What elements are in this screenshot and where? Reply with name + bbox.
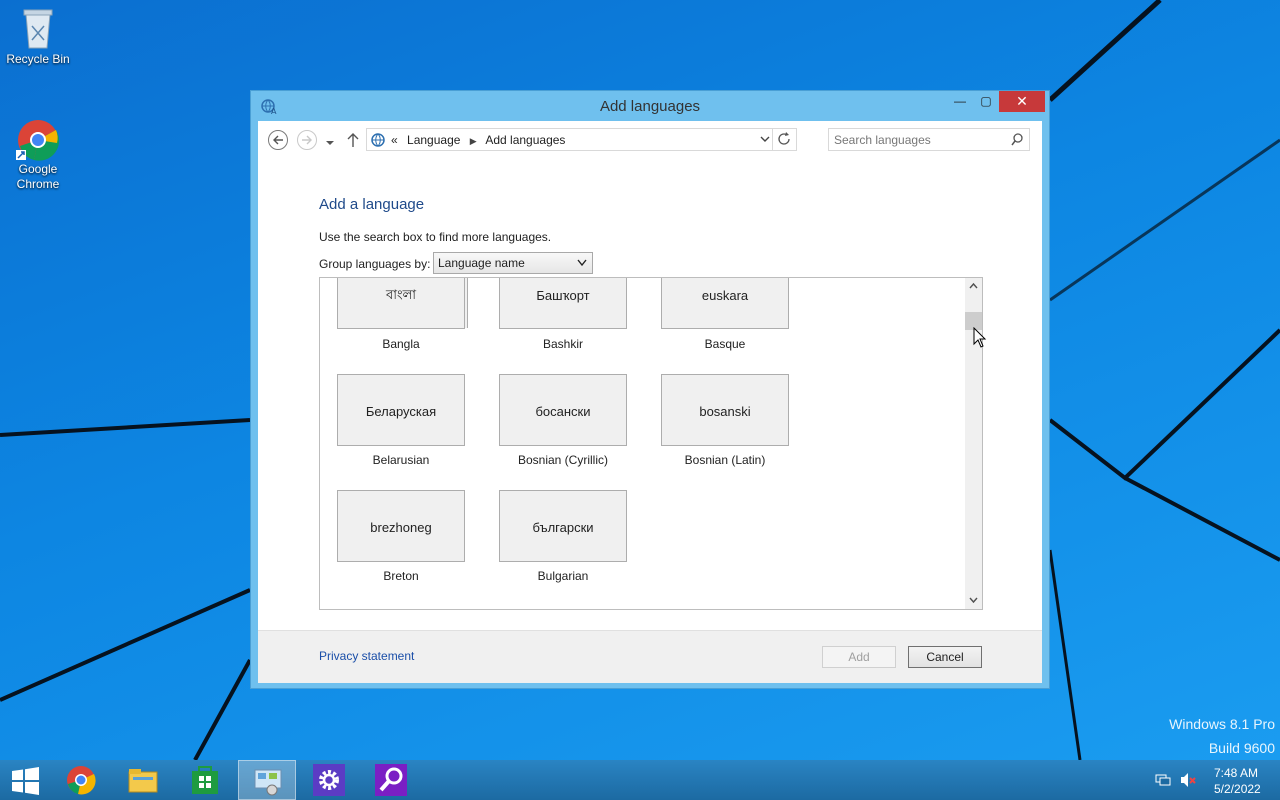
language-name: Basque	[704, 337, 746, 351]
language-native-name: Беларуская	[365, 404, 437, 419]
chrome-icon	[67, 766, 96, 795]
window-client: « Language ▶ Add languages Add a	[258, 121, 1042, 683]
title-bar[interactable]: A Add languages — ▢ ✕	[251, 91, 1049, 121]
windows-logo-icon	[12, 767, 39, 795]
window-title: Add languages	[599, 98, 701, 115]
os-version: Windows 8.1 Pro	[1169, 716, 1275, 732]
refresh-button[interactable]	[772, 129, 796, 150]
chevron-down-icon	[577, 259, 587, 267]
language-tile-bangla[interactable]: বাংলা	[337, 278, 465, 329]
language-name: Bashkir	[542, 337, 583, 351]
language-name: Bosnian (Latin)	[684, 453, 766, 467]
scroll-up-arrow-icon[interactable]	[969, 282, 978, 290]
taskbar-chrome[interactable]	[52, 760, 110, 800]
up-button[interactable]	[347, 132, 359, 148]
clock-time[interactable]: 7:48 AM	[1214, 766, 1258, 780]
page-title: Add a language	[319, 196, 425, 213]
language-tile-basque[interactable]: euskara	[661, 278, 789, 329]
chrome-icon	[16, 116, 60, 161]
mouse-pointer-icon	[973, 327, 987, 348]
language-native-name: босански	[535, 404, 591, 419]
forward-arrow-icon	[302, 135, 312, 145]
back-arrow-icon	[273, 135, 283, 145]
language-tile-bulgarian[interactable]: български	[499, 490, 627, 562]
group-by-label: Group languages by:	[319, 257, 431, 271]
network-icon[interactable]	[1155, 772, 1171, 788]
group-by-value: Language name	[438, 256, 525, 270]
breadcrumb: « Language ▶ Add languages	[391, 133, 571, 147]
recycle-bin-label: Recycle Bin	[6, 52, 70, 66]
recycle-bin-icon	[16, 6, 60, 50]
search-icon[interactable]	[1011, 133, 1023, 146]
privacy-statement-link[interactable]: Privacy statement	[319, 649, 414, 663]
start-button[interactable]	[0, 760, 58, 800]
language-native-name: български	[532, 520, 594, 535]
language-tile-bashkir[interactable]: Башҡорт	[499, 278, 627, 329]
system-tray: 7:48 AM 5/2/2022	[1140, 760, 1280, 800]
close-button[interactable]: ✕	[999, 91, 1045, 112]
back-button[interactable]	[268, 130, 288, 150]
minimize-button[interactable]: —	[947, 91, 973, 112]
volume-muted-icon[interactable]	[1180, 772, 1196, 788]
address-history-dropdown[interactable]	[759, 133, 771, 145]
language-tile-bosnian-latin[interactable]: bosanski	[661, 374, 789, 446]
language-native-name: বাংলা	[385, 287, 417, 302]
gear-icon	[313, 764, 345, 796]
refresh-icon	[778, 132, 790, 145]
language-name: Breton	[383, 569, 419, 583]
language-name: Belarusian	[372, 453, 430, 467]
navigation-bar: « Language ▶ Add languages	[258, 121, 1042, 159]
breadcrumb-language[interactable]: Language	[407, 133, 460, 147]
language-name: Bangla	[382, 337, 420, 351]
add-button[interactable]: Add	[822, 646, 896, 668]
google-chrome-label: Google Chrome	[16, 162, 60, 191]
recycle-bin-shortcut[interactable]: Recycle Bin	[0, 6, 76, 67]
clock-date[interactable]: 5/2/2022	[1214, 782, 1261, 796]
cancel-button[interactable]: Cancel	[908, 646, 982, 668]
language-tile-bosnian-cyrillic[interactable]: босански	[499, 374, 627, 446]
dialog-footer: Privacy statement Add Cancel	[258, 630, 1042, 683]
maximize-button[interactable]: ▢	[973, 91, 999, 112]
language-globe-icon	[370, 131, 388, 149]
address-bar[interactable]: « Language ▶ Add languages	[366, 128, 797, 151]
search-box	[828, 128, 1030, 151]
search-hint: Use the search box to find more language…	[319, 230, 552, 244]
folder-icon	[128, 769, 158, 793]
taskbar-settings[interactable]	[300, 760, 358, 800]
language-list: বাংলা Bangla Башҡорт Bashkir euskara Bas…	[319, 277, 983, 610]
taskbar-file-explorer[interactable]	[114, 760, 172, 800]
search-input[interactable]	[829, 129, 999, 150]
language-tile-belarusian[interactable]: Беларуская	[337, 374, 465, 446]
google-chrome-shortcut[interactable]: Google Chrome	[0, 116, 76, 192]
taskbar-store[interactable]	[176, 760, 234, 800]
taskbar-control-panel[interactable]	[238, 760, 296, 800]
language-native-name: Башҡорт	[536, 288, 590, 303]
search-icon	[375, 764, 407, 796]
language-name: Bulgarian	[537, 569, 589, 583]
language-native-name: bosanski	[699, 404, 751, 419]
scroll-down-arrow-icon[interactable]	[969, 596, 978, 604]
chevron-down-icon	[326, 141, 334, 145]
taskbar-search[interactable]	[362, 760, 420, 800]
taskbar: 7:48 AM 5/2/2022	[0, 760, 1280, 800]
forward-button[interactable]	[297, 130, 317, 150]
breadcrumb-add-languages[interactable]: Add languages	[485, 133, 565, 147]
os-build: Build 9600	[1208, 740, 1275, 756]
up-arrow-icon	[347, 133, 359, 147]
recent-locations-dropdown[interactable]	[325, 135, 335, 145]
breadcrumb-separator[interactable]: ▶	[470, 136, 477, 146]
add-languages-window: A Add languages — ▢ ✕ « Language ▶ Add l…	[250, 90, 1050, 689]
language-native-name: euskara	[701, 288, 749, 303]
group-by-select[interactable]: Language name	[433, 252, 593, 274]
control-panel-icon	[254, 769, 282, 796]
language-name: Bosnian (Cyrillic)	[517, 453, 609, 467]
chevron-down-icon	[760, 136, 770, 142]
breadcrumb-overflow[interactable]: «	[391, 133, 398, 147]
store-icon	[192, 766, 218, 794]
language-native-name: brezhoneg	[370, 520, 432, 535]
language-tile-breton[interactable]: brezhoneg	[337, 490, 465, 562]
